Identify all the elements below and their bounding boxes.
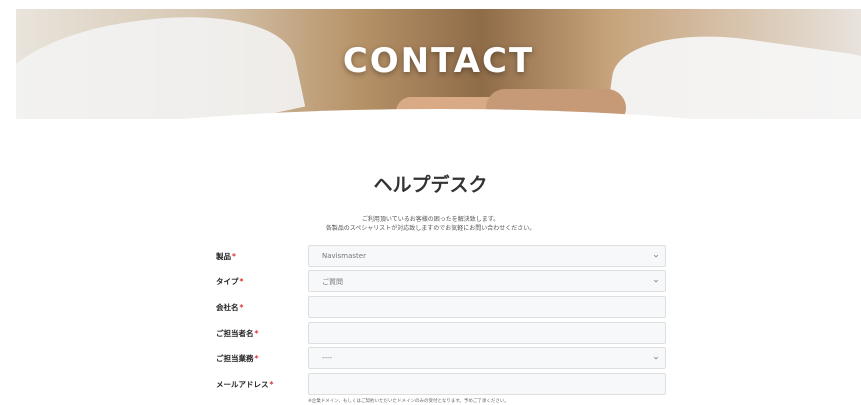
chevron-down-icon — [653, 356, 659, 360]
email-note: ※企業ドメイン、もしくはご契約いただいたドメインのみの受付となります。予めご了承… — [308, 399, 509, 404]
product-row: 製品* Navismaster — [216, 245, 667, 267]
duty-select[interactable]: ---- — [308, 347, 666, 369]
hero-banner: CONTACT — [16, 9, 861, 119]
company-input[interactable] — [308, 296, 666, 318]
chevron-down-icon — [653, 279, 659, 283]
intro-line: ご利用頂いているお客様の困ったを解決致します。 — [361, 216, 500, 223]
email-row: メールアドレス* — [216, 373, 667, 395]
email-label: メールアドレス* — [216, 380, 274, 389]
company-label: 会社名* — [216, 303, 244, 312]
type-label: タイプ* — [216, 277, 244, 286]
duty-label: ご担当業務* — [216, 354, 259, 363]
type-select-value: ご質問 — [322, 278, 343, 286]
chevron-down-icon — [653, 254, 659, 258]
person-label: ご担当者名* — [216, 329, 259, 338]
hero-title: CONTACT — [342, 41, 535, 81]
section-heading: ヘルプデスク — [373, 174, 488, 196]
required-mark: * — [254, 354, 259, 363]
required-mark: * — [269, 380, 274, 389]
person-row: ご担当者名* — [216, 322, 667, 344]
email-input[interactable] — [308, 373, 666, 395]
person-input[interactable] — [308, 322, 666, 344]
required-mark: * — [254, 329, 259, 338]
duty-select-value: ---- — [322, 354, 333, 362]
product-label: 製品* — [216, 252, 236, 261]
contact-page: CONTACT ヘルプデスク ご利用頂いているお客様の困ったを解決致します。 各… — [0, 0, 861, 405]
product-select-value: Navismaster — [322, 252, 366, 260]
intro-line: 各製品のスペシャリストが対応致しますのでお気軽にお問い合わせください。 — [325, 225, 536, 232]
type-select[interactable]: ご質問 — [308, 270, 666, 292]
required-mark: * — [239, 277, 244, 286]
duty-row: ご担当業務* ---- — [216, 347, 667, 369]
required-mark: * — [239, 303, 244, 312]
company-row: 会社名* — [216, 296, 667, 318]
required-mark: * — [232, 252, 236, 261]
product-select[interactable]: Navismaster — [308, 245, 666, 267]
type-row: タイプ* ご質問 — [216, 270, 667, 292]
intro-text: ご利用頂いているお客様の困ったを解決致します。 各製品のスペシャリストが対応致し… — [0, 215, 861, 233]
